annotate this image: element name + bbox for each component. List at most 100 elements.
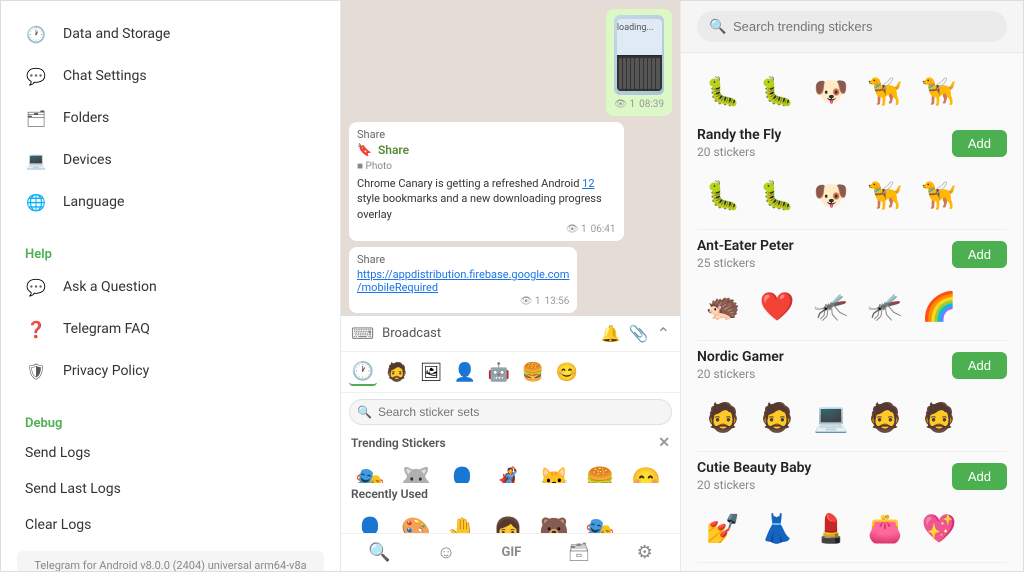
top-sticker-4[interactable]: 🦮 <box>913 65 965 117</box>
gif-btn[interactable]: GIF <box>493 541 529 564</box>
sticker-trending-2[interactable]: 🐺 <box>395 459 437 483</box>
pack-name-cutie-beauty-baby: Cutie Beauty Baby <box>697 460 940 476</box>
trending-close-btn[interactable]: ✕ <box>658 435 670 451</box>
pack-sticker-randy-fly-2[interactable]: 🐶 <box>805 169 857 221</box>
pack-sticker-ant-eater-peter-2[interactable]: 🦟 <box>805 280 857 332</box>
bell-icon[interactable]: 🔔 <box>601 324 621 343</box>
sticker-btn[interactable]: 🗃 <box>560 538 599 567</box>
pack-sticker-cutie-beauty-baby-4[interactable]: 💖 <box>913 502 965 554</box>
settings-sticker-btn[interactable]: ⚙ <box>629 538 661 567</box>
keyboard-icon[interactable]: ⌨ <box>351 324 374 343</box>
sticker-search-icon: 🔍 <box>357 405 372 419</box>
attach-icon[interactable]: 📎 <box>629 324 649 343</box>
add-pack-btn-randy-fly[interactable]: Add <box>952 130 1007 157</box>
pack-sticker-ant-eater-peter-0[interactable]: 🦔 <box>697 280 749 332</box>
message-content-1: Chrome Canary is getting a refreshed And… <box>357 176 616 222</box>
sticker-recent-3[interactable]: 🤚 <box>441 509 483 533</box>
sticker-search-input[interactable] <box>349 399 672 425</box>
pack-sticker-cutie-beauty-baby-2[interactable]: 💄 <box>805 502 857 554</box>
emoji-btn[interactable]: ☺ <box>429 538 463 567</box>
sticker-recent-2[interactable]: 🎨 <box>395 509 437 533</box>
chat-messages: Downloading... 👁 108:39 Share 🔖Share ■ P… <box>341 1 680 315</box>
pack-sticker-randy-fly-0[interactable]: 🐛 <box>697 169 749 221</box>
debug-item-send-logs[interactable]: Send Logs <box>1 435 340 471</box>
pack-sticker-nordic-gamer-1[interactable]: 🧔 <box>751 391 803 443</box>
pack-count-nordic-gamer: 20 stickers <box>697 367 940 381</box>
debug-item-send-last-logs[interactable]: Send Last Logs <box>1 471 340 507</box>
pack-sticker-ant-eater-peter-4[interactable]: 🌈 <box>913 280 965 332</box>
pack-sticker-ant-eater-peter-3[interactable]: 🦟 <box>859 280 911 332</box>
right-search-input[interactable] <box>697 11 1007 42</box>
sticker-trending-5[interactable]: 🐱 <box>533 459 575 483</box>
pack-sticker-cutie-beauty-baby-0[interactable]: 💅 <box>697 502 749 554</box>
add-pack-btn-ant-eater-peter[interactable]: Add <box>952 241 1007 268</box>
broadcast-bar: ⌨ Broadcast 🔔 📎 ⌃ <box>341 315 680 351</box>
pack-sticker-cutie-beauty-baby-1[interactable]: 👗 <box>751 502 803 554</box>
pack-sticker-nordic-gamer-2[interactable]: 💻 <box>805 391 857 443</box>
left-settings-panel: 🕐Data and Storage💬Chat Settings🗂Folders💻… <box>1 1 341 571</box>
sticker-recent-5[interactable]: 🐻 <box>533 509 575 533</box>
add-pack-btn-nordic-gamer[interactable]: Add <box>952 352 1007 379</box>
pack-info-randy-fly: Randy the Fly 20 stickers <box>697 127 940 159</box>
sidebar-item-ask-question[interactable]: 💬Ask a Question <box>1 266 340 308</box>
sidebar-item-privacy-policy[interactable]: 🛡Privacy Policy <box>1 350 340 392</box>
sidebar-item-telegram-faq[interactable]: ❓Telegram FAQ <box>1 308 340 350</box>
recent-sticker-grid: 👤 🎨 🤚 👩 🐻 🎭 <box>341 505 680 533</box>
broadcast-label: Broadcast <box>382 326 593 341</box>
pack-sticker-row-randy-fly: 🐛🐛🐶🦮🦮 <box>681 167 1023 229</box>
sticker-tab-2[interactable]: 🖼 <box>417 358 445 386</box>
sticker-trending-4[interactable]: 🦸 <box>487 459 529 483</box>
sticker-tab-3[interactable]: 👤 <box>451 358 479 386</box>
sticker-trending-7[interactable]: 😊 <box>625 459 667 483</box>
sticker-tab-6[interactable]: 😊 <box>553 358 581 386</box>
sticker-panel: 🕐 🧔 🖼 👤 🤖 🍔 😊 🔍 Trending Stickers ✕ 🎭 🐺 … <box>341 351 680 571</box>
pack-sticker-nordic-gamer-3[interactable]: 🧔 <box>859 391 911 443</box>
sticker-recent-4[interactable]: 👩 <box>487 509 529 533</box>
pack-sticker-randy-fly-1[interactable]: 🐛 <box>751 169 803 221</box>
sticker-recent-1[interactable]: 👤 <box>349 509 391 533</box>
pack-sticker-randy-fly-3[interactable]: 🦮 <box>859 169 911 221</box>
version-text: Telegram for Android v8.0.0 (2404) unive… <box>17 551 324 571</box>
pack-item-ant-eater-peter: Ant-Eater Peter 25 stickers Add <box>681 230 1023 278</box>
sticker-trending-3[interactable]: 👤 <box>441 459 483 483</box>
top-sticker-1[interactable]: 🐛 <box>751 65 803 117</box>
middle-chat-panel: Downloading... 👁 108:39 Share 🔖Share ■ P… <box>341 1 681 571</box>
pack-count-cutie-beauty-baby: 20 stickers <box>697 478 940 492</box>
trending-sticker-grid: 🎭 🐺 👤 🦸 🐱 🍔 😊 <box>341 455 680 483</box>
sidebar-item-data-storage[interactable]: 🕐Data and Storage <box>1 13 340 55</box>
pack-sticker-nordic-gamer-4[interactable]: 🧔 <box>913 391 965 443</box>
send-logs-label: Send Logs <box>25 445 90 461</box>
pack-item-cutie-beauty-baby: Cutie Beauty Baby 20 stickers Add <box>681 452 1023 500</box>
pack-sticker-ant-eater-peter-1[interactable]: ❤️ <box>751 280 803 332</box>
share-type: ■ Photo <box>357 161 616 172</box>
top-sticker-0[interactable]: 🐛 <box>697 65 749 117</box>
top-sticker-2[interactable]: 🐶 <box>805 65 857 117</box>
sticker-tab-recent[interactable]: 🕐 <box>349 358 377 386</box>
share-link[interactable]: https://appdistribution.firebase.google.… <box>357 268 569 294</box>
add-pack-btn-cutie-beauty-baby[interactable]: Add <box>952 463 1007 490</box>
clear-logs-label: Clear Logs <box>25 517 91 533</box>
sticker-trending-6[interactable]: 🍔 <box>579 459 621 483</box>
language-label: Language <box>63 194 124 210</box>
sidebar-item-chat-settings[interactable]: 💬Chat Settings <box>1 55 340 97</box>
pack-name-ant-eater-peter: Ant-Eater Peter <box>697 238 940 254</box>
pack-sticker-cutie-beauty-baby-3[interactable]: 👛 <box>859 502 911 554</box>
chevron-up-icon[interactable]: ⌃ <box>657 324 670 343</box>
sidebar-item-folders[interactable]: 🗂Folders <box>1 97 340 139</box>
trending-stickers-title: Trending Stickers ✕ <box>341 431 680 455</box>
sticker-trending-1[interactable]: 🎭 <box>349 459 391 483</box>
sticker-tab-4[interactable]: 🤖 <box>485 358 513 386</box>
pack-info-ant-eater-peter: Ant-Eater Peter 25 stickers <box>697 238 940 270</box>
sidebar-item-language[interactable]: 🌐Language <box>1 181 340 223</box>
debug-item-clear-logs[interactable]: Clear Logs <box>1 507 340 543</box>
debug-section-label: Debug <box>1 408 340 435</box>
message-time-1: 👁 108:39 <box>614 99 664 110</box>
pack-sticker-nordic-gamer-0[interactable]: 🧔 <box>697 391 749 443</box>
sidebar-item-devices[interactable]: 💻Devices <box>1 139 340 181</box>
sticker-recent-6[interactable]: 🎭 <box>579 509 621 533</box>
sticker-tab-1[interactable]: 🧔 <box>383 358 411 386</box>
emoji-search-btn[interactable]: 🔍 <box>360 538 398 567</box>
sticker-tab-5[interactable]: 🍔 <box>519 358 547 386</box>
pack-sticker-randy-fly-4[interactable]: 🦮 <box>913 169 965 221</box>
top-sticker-3[interactable]: 🦮 <box>859 65 911 117</box>
